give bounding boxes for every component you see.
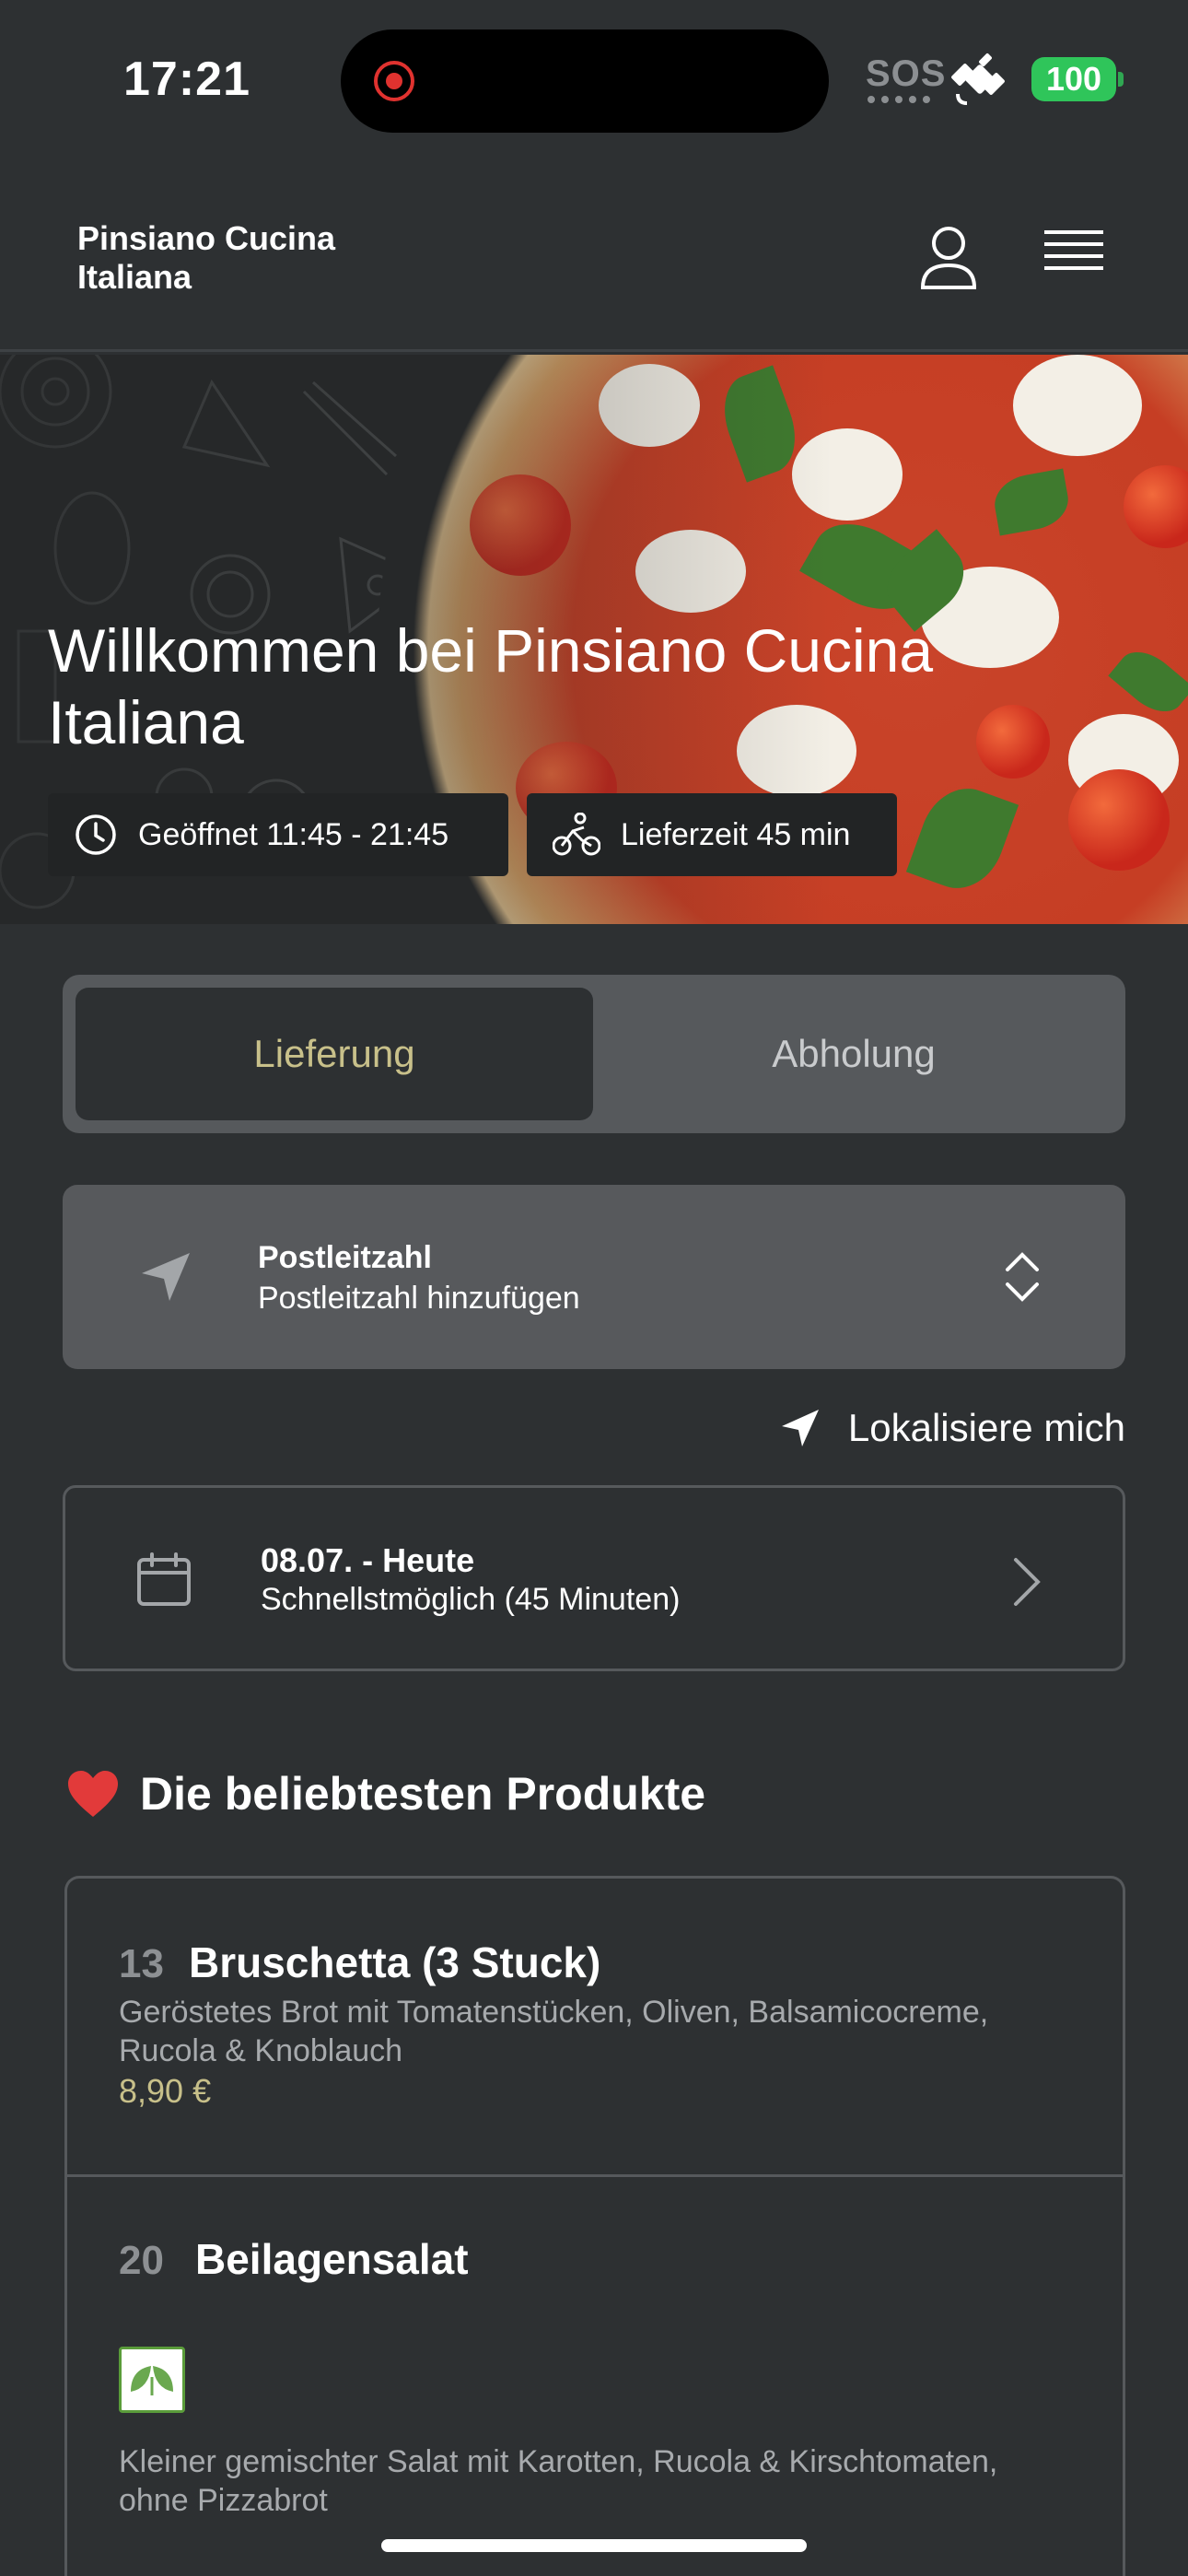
product-price: 8,90 € [119,2072,212,2110]
product-card[interactable]: 13 Bruschetta (3 Stuck) Geröstetes Brot … [67,1879,1123,2177]
home-indicator[interactable] [381,2539,807,2552]
status-bar: 17:21 SOS 100 [0,0,1188,157]
delivery-time-chip: Lieferzeit 45 min [527,793,897,876]
opening-hours-chip: Geöffnet 11:45 - 21:45 [48,793,508,876]
delivery-time-selector[interactable]: 08.07. - Heute Schnellstmöglich (45 Minu… [63,1485,1125,1671]
locate-me-button[interactable]: Lokalisiere mich [748,1400,1125,1456]
delivery-tab[interactable]: Lieferung [76,988,593,1120]
location-arrow-icon [781,1410,819,1446]
product-description: Geröstetes Brot mit Tomatenstücken, Oliv… [119,1995,989,2068]
popular-products-title: Die beliebtesten Produkte [140,1768,706,1820]
battery-tip [1118,72,1124,87]
hero-title: Willkommen bei Pinsiano Cucina Italiana [48,616,934,756]
product-description: Kleiner gemischter Salat mit Karotten, R… [119,2444,998,2518]
locate-me-label: Lokalisiere mich [847,1406,1125,1449]
user-icon[interactable] [919,225,978,291]
postcode-label: Postleitzahl [258,1240,432,1275]
product-name: Beilagensalat [195,2235,469,2283]
location-arrow-icon [142,1253,190,1301]
popular-products-heading: Die beliebtesten Produkte [66,1767,705,1821]
hero-banner: Willkommen bei Pinsiano Cucina Italiana … [0,355,1188,924]
product-card[interactable]: 20 Beilagensalat Kleiner gemischter Sala… [67,2177,1123,2564]
brand-name[interactable]: Pinsiano Cucina Italiana [77,219,446,297]
opening-hours-text: Geöffnet 11:45 - 21:45 [138,816,449,852]
battery-icon: 100 [1031,57,1116,101]
postcode-selector[interactable]: Postleitzahl Postleitzahl hinzufügen [63,1185,1125,1369]
chevron-right-icon [1014,1558,1041,1606]
product-number: 20 [119,2238,164,2283]
product-name: Bruschetta (3 Stuck) [189,1938,601,1986]
product-number: 13 [119,1941,164,1986]
clock-icon [76,814,116,855]
app-header: Pinsiano Cucina Italiana [0,157,1188,352]
chevron-up-down-icon [1006,1252,1039,1302]
bicycle-icon [553,813,600,856]
delivery-time-text: Lieferzeit 45 min [621,816,851,852]
menu-icon[interactable] [1044,230,1103,282]
delivery-time: Schnellstmöglich (45 Minuten) [261,1582,681,1617]
calendar-icon [137,1552,191,1606]
dynamic-island [341,29,829,133]
sos-indicator: SOS [866,53,947,94]
delivery-date: 08.07. - Heute [261,1541,475,1579]
heart-icon [68,1771,118,1817]
recording-icon [374,61,414,101]
sos-signal-dots [868,96,930,103]
product-list: 13 Bruschetta (3 Stuck) Geröstetes Brot … [64,1876,1125,2576]
pickup-tab[interactable]: Abholung [595,988,1112,1120]
postcode-placeholder: Postleitzahl hinzufügen [258,1281,580,1316]
satellite-icon [951,53,1005,105]
status-time: 17:21 [123,53,250,106]
order-mode-toggle: Lieferung Abholung [63,975,1125,1133]
vegetarian-icon [119,2347,185,2413]
